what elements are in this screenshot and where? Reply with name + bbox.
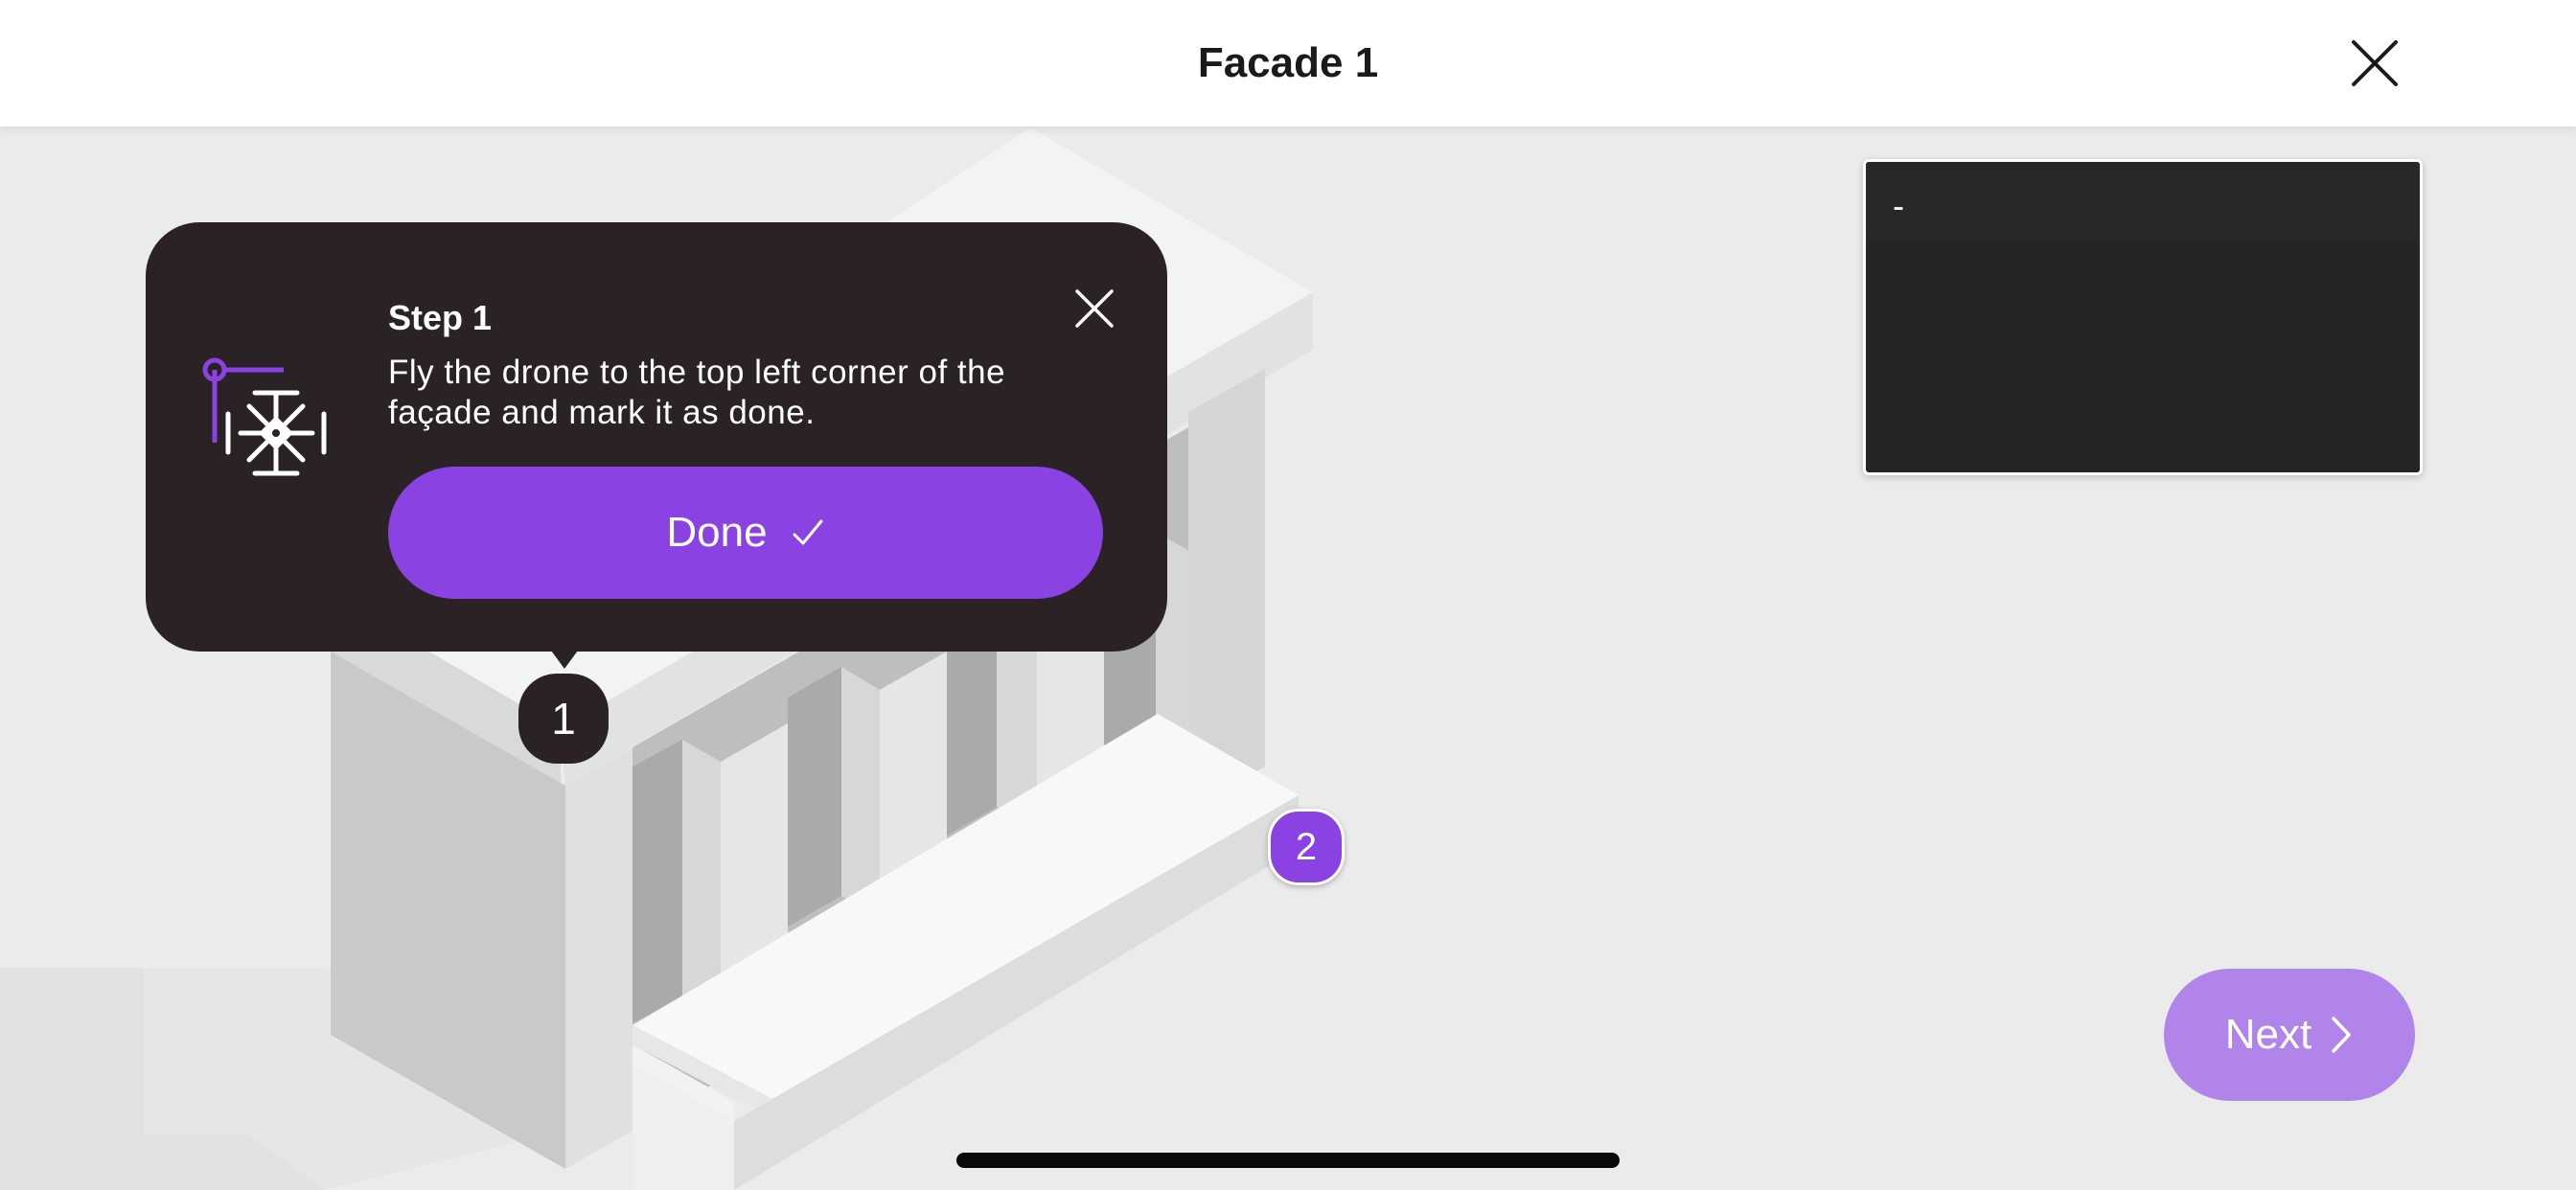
next-button[interactable]: Next (2164, 969, 2415, 1101)
facade-screen: Facade 1 Step 1 Fly the drone to the top… (0, 0, 2576, 1190)
camera-feed-status: - (1893, 186, 1904, 225)
close-icon[interactable] (1071, 286, 1117, 332)
next-button-label: Next (2224, 1011, 2312, 1058)
corner-marker-2[interactable]: 2 (1268, 809, 1345, 885)
done-button-label: Done (666, 509, 768, 556)
camera-feed-header (1866, 162, 2420, 242)
drone-corner-icon (202, 357, 327, 476)
home-indicator (956, 1153, 1620, 1168)
page-title: Facade 1 (1197, 39, 1379, 86)
checkmark-icon (793, 519, 823, 545)
step-title: Step 1 (388, 298, 493, 337)
close-icon[interactable] (2346, 34, 2404, 92)
step-instruction: Fly the drone to the top left corner of … (388, 354, 1006, 431)
chevron-right-icon (2332, 1017, 2351, 1053)
camera-feed-panel[interactable]: - (1863, 159, 2423, 475)
top-bar: Facade 1 (0, 0, 2576, 126)
popup-pointer (543, 640, 586, 669)
corner-marker-1[interactable]: 1 (518, 674, 609, 764)
done-button[interactable]: Done (388, 467, 1103, 599)
step-popup: Step 1 Fly the drone to the top left cor… (146, 222, 1167, 652)
